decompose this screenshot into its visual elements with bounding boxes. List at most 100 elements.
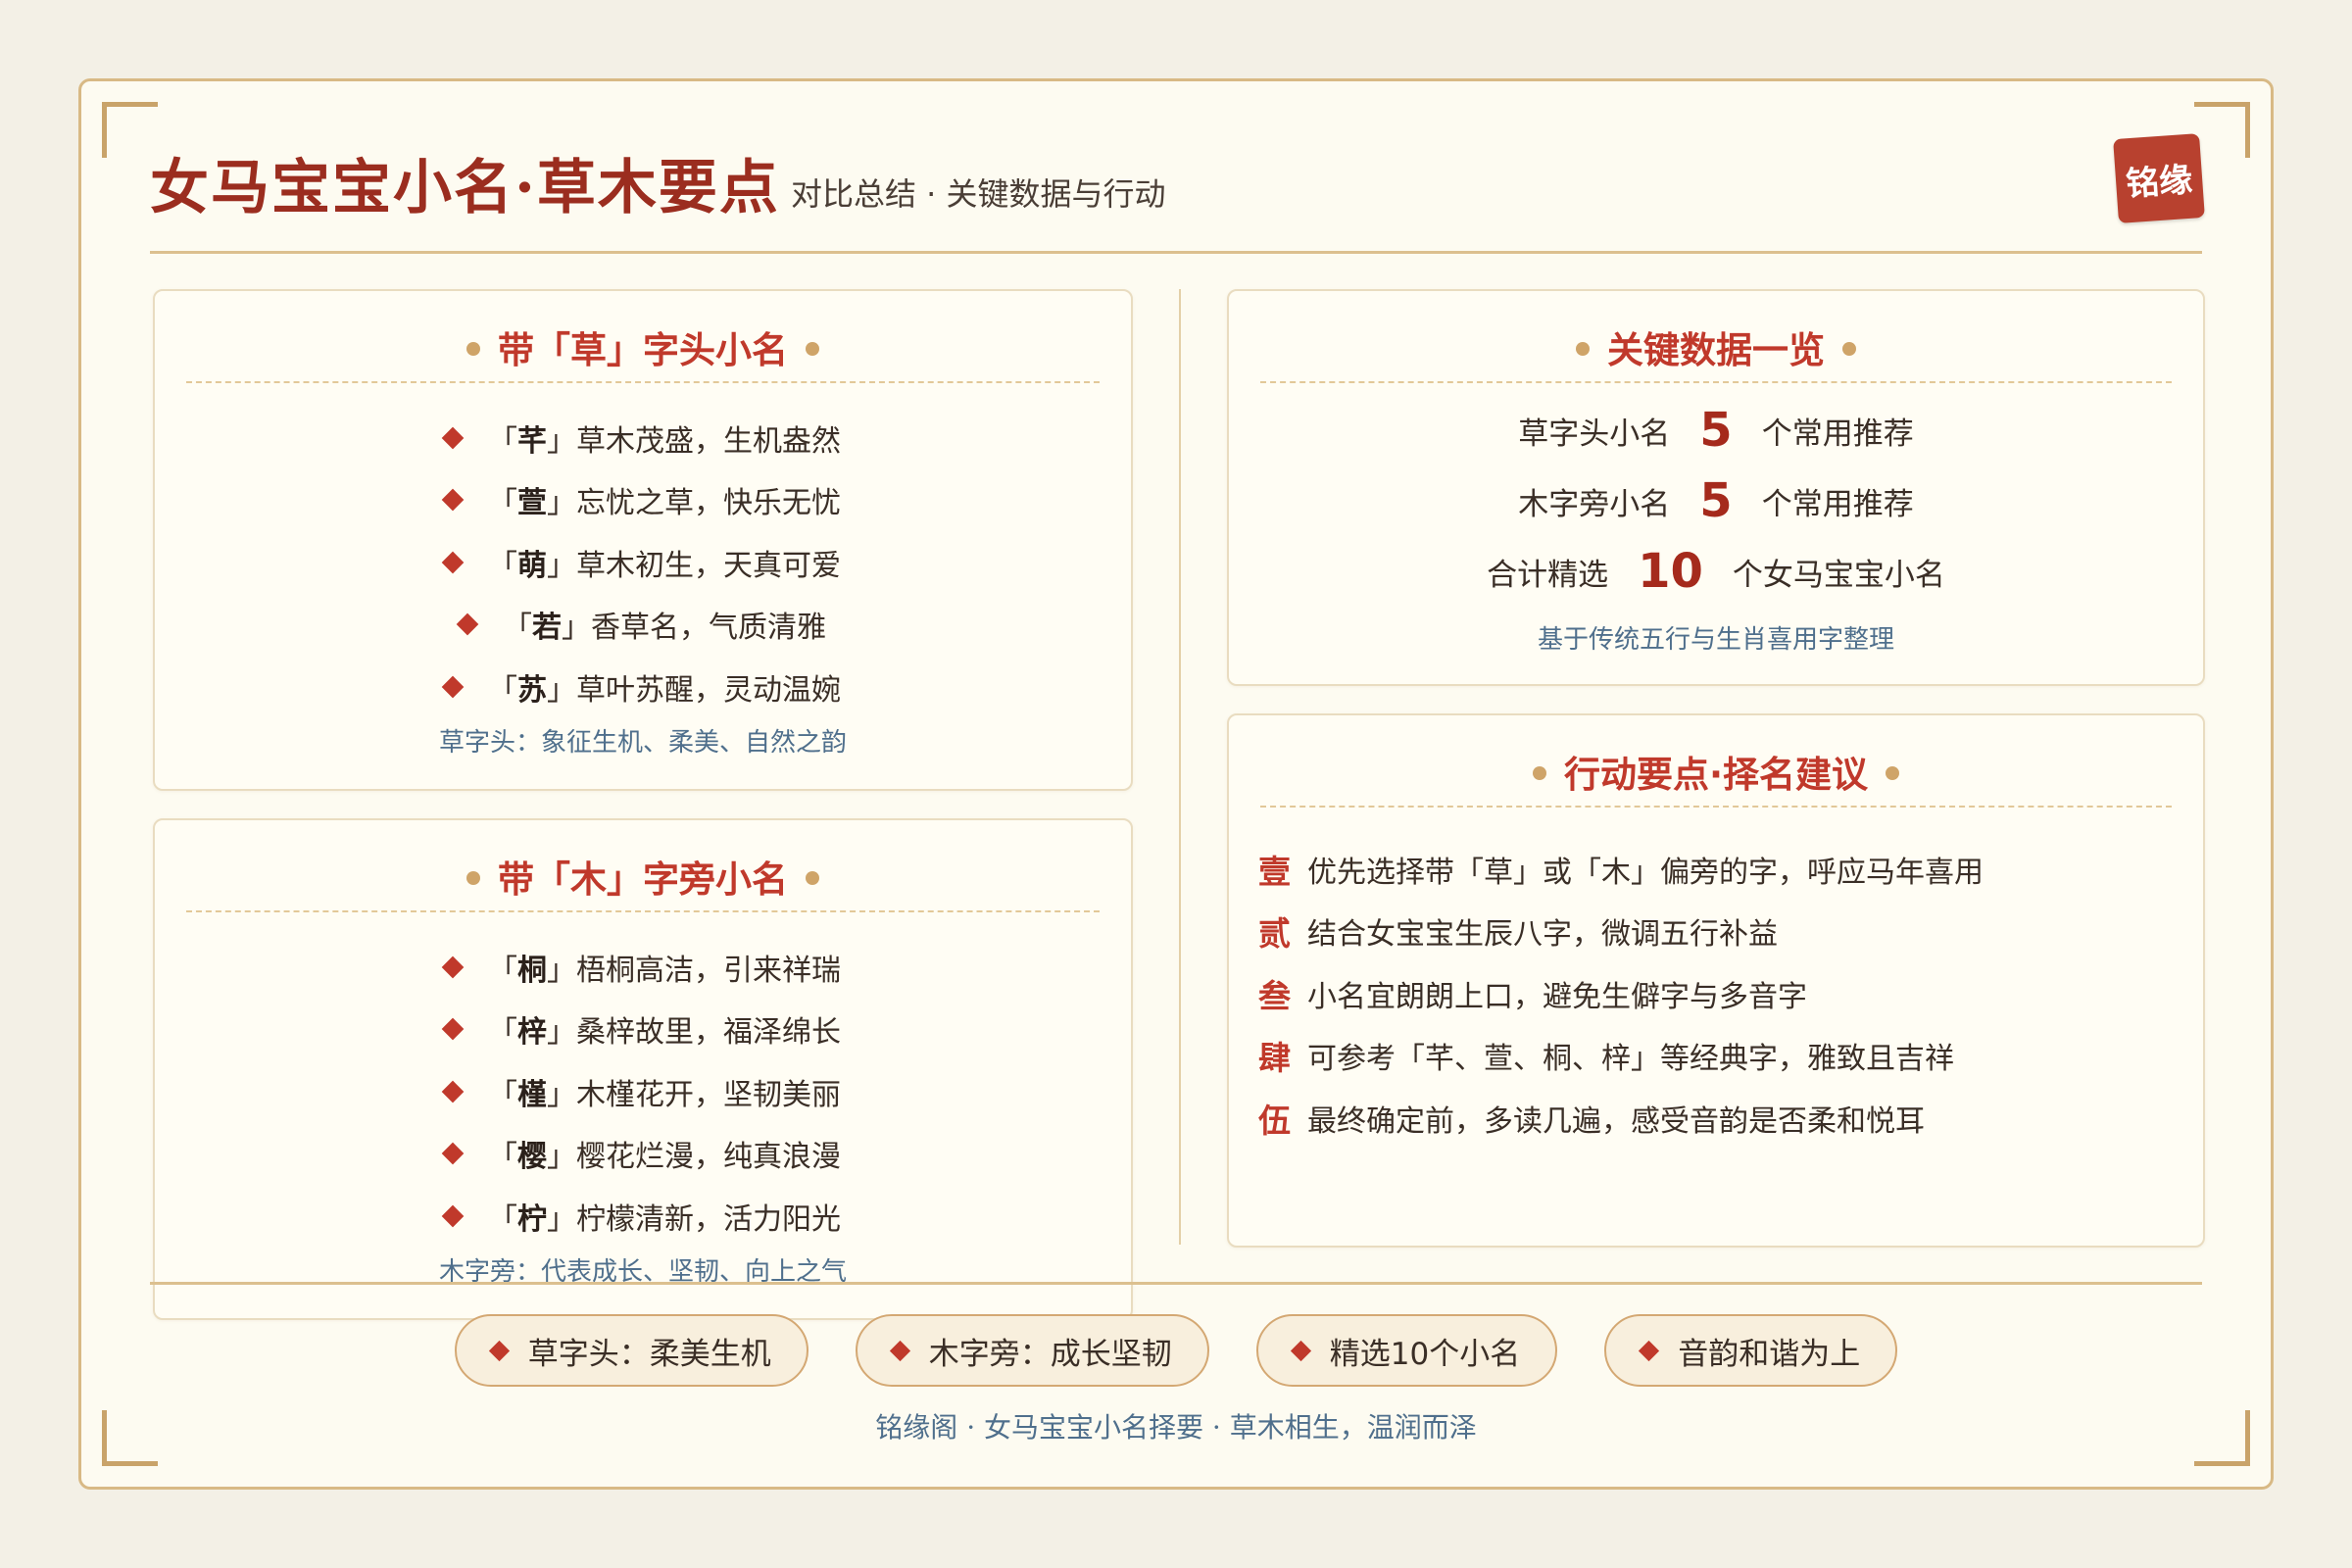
- diamond-icon: [441, 551, 465, 574]
- list-item: 「柠」柠檬清新，活力阳光: [155, 1185, 1131, 1248]
- name-desc: 柠檬清新，活力阳光: [576, 1201, 841, 1237]
- list-item: 「槿」木槿花开，坚韧美丽: [155, 1060, 1131, 1123]
- diamond-icon: [1290, 1340, 1311, 1361]
- action-text: 可参考「芊、萱、桐、梓」等经典字，雅致且吉祥: [1307, 1042, 1954, 1077]
- name-desc: 梧桐高洁，引来祥瑞: [576, 953, 841, 988]
- card-title: 带「木」字旁小名: [155, 850, 1131, 903]
- diamond-icon: [1639, 1340, 1660, 1361]
- cao-card-title: 带「草」字头小名: [498, 329, 788, 371]
- stat-row: 木字旁小名 5 个常用推荐: [1229, 471, 2203, 528]
- list-item: 「苏」草叶苏醒，灵动温婉: [155, 656, 1131, 718]
- action-index: 叁: [1258, 976, 1291, 1015]
- stat-row: 合计精选 10 个女马宝宝小名: [1229, 542, 2203, 599]
- name-char: 槿: [517, 1077, 547, 1112]
- action-tips-card: 行动要点·择名建议 壹优先选择带「草」或「木」偏旁的字，呼应马年喜用 贰结合女宝…: [1227, 713, 2205, 1248]
- dashed-divider: [1260, 806, 2172, 808]
- name-char: 若: [532, 611, 562, 646]
- list-item: 肆可参考「芊、萱、桐、梓」等经典字，雅致且吉祥: [1258, 1025, 2183, 1088]
- list-item: 「樱」樱花烂漫，纯真浪漫: [155, 1123, 1131, 1186]
- diamond-icon: [441, 426, 465, 450]
- diamond-icon: [441, 675, 465, 699]
- name-desc: 桑梓故里，福泽绵长: [576, 1015, 841, 1051]
- action-text: 结合女宝宝生辰八字，微调五行补益: [1307, 917, 1778, 953]
- card-title: 关键数据一览: [1229, 320, 2203, 373]
- dot-icon: [1842, 341, 1856, 356]
- name-desc: 草木茂盛，生机盎然: [576, 423, 841, 459]
- name-desc: 香草名，气质清雅: [591, 611, 826, 646]
- action-index: 伍: [1258, 1101, 1291, 1140]
- name-char: 桐: [517, 953, 547, 988]
- name-desc: 忘忧之草，快乐无忧: [576, 486, 841, 521]
- action-list: 壹优先选择带「草」或「木」偏旁的字，呼应马年喜用 贰结合女宝宝生辰八字，微调五行…: [1258, 838, 2183, 1150]
- action-index: 贰: [1258, 914, 1291, 954]
- page-title: 女马宝宝小名·草木要点: [150, 154, 780, 222]
- stat-value: 5: [1699, 473, 1733, 528]
- diamond-icon: [889, 1340, 910, 1361]
- name-char: 苏: [517, 672, 547, 708]
- cao-card-note: 草字头：象征生机、柔美、自然之韵: [438, 728, 847, 758]
- name-char: 萌: [517, 548, 547, 583]
- stat-suffix: 个常用推荐: [1761, 487, 1914, 522]
- diamond-icon: [441, 1017, 465, 1041]
- cao-name-list: 「芊」草木茂盛，生机盎然 「萱」忘忧之草，快乐无忧 「萌」草木初生，天真可爱 「…: [155, 407, 1131, 718]
- diamond-icon: [441, 956, 465, 979]
- summary-tag: 草字头：柔美生机: [454, 1314, 808, 1387]
- diamond-icon: [441, 1080, 465, 1103]
- list-item: 贰结合女宝宝生辰八字，微调五行补益: [1258, 901, 2183, 963]
- diamond-icon: [441, 488, 465, 512]
- dot-icon: [1532, 765, 1546, 780]
- dot-icon: [806, 870, 819, 885]
- name-char: 芊: [517, 423, 547, 459]
- name-char: 柠: [517, 1201, 547, 1237]
- stat-label: 合计精选: [1487, 558, 1609, 593]
- card-title: 带「草」字头小名: [155, 320, 1131, 373]
- stat-value: 10: [1638, 544, 1703, 599]
- stats-card-title: 关键数据一览: [1607, 329, 1825, 371]
- page-subtitle: 对比总结 · 关键数据与行动: [791, 175, 1166, 213]
- action-index: 壹: [1258, 852, 1291, 891]
- list-item: 伍最终确定前，多读几遍，感受音韵是否柔和悦耳: [1258, 1087, 2183, 1150]
- list-item: 壹优先选择带「草」或「木」偏旁的字，呼应马年喜用: [1258, 838, 2183, 901]
- list-item: 「若」香草名，气质清雅: [155, 594, 1131, 657]
- dashed-divider: [186, 381, 1100, 383]
- summary-tag: 音韵和谐为上: [1604, 1314, 1898, 1387]
- poster-frame: 女马宝宝小名·草木要点 对比总结 · 关键数据与行动 铭缘 带「草」字头小名 「…: [78, 78, 2274, 1490]
- list-item: 「桐」梧桐高洁，引来祥瑞: [155, 936, 1131, 999]
- name-desc: 木槿花开，坚韧美丽: [576, 1077, 841, 1112]
- cao-names-card: 带「草」字头小名 「芊」草木茂盛，生机盎然 「萱」忘忧之草，快乐无忧 「萌」草木…: [153, 289, 1133, 791]
- footer-text: 铭缘阁 · 女马宝宝小名择要 · 草木相生，温润而泽: [875, 1411, 1477, 1444]
- summary-tags: 草字头：柔美生机 木字旁：成长坚韧 精选10个小名 音韵和谐为上: [81, 1314, 2271, 1387]
- action-text: 最终确定前，多读几遍，感受音韵是否柔和悦耳: [1307, 1103, 1925, 1139]
- list-item: 「萌」草木初生，天真可爱: [155, 531, 1131, 594]
- mu-card-title: 带「木」字旁小名: [498, 858, 788, 901]
- name-desc: 草叶苏醒，灵动温婉: [576, 672, 841, 708]
- dashed-divider: [186, 910, 1100, 912]
- key-stats-card: 关键数据一览 草字头小名 5 个常用推荐 木字旁小名 5 个常用推荐 合计精选 10 个女马…: [1227, 289, 2205, 686]
- stat-suffix: 个女马宝宝小名: [1732, 558, 1945, 593]
- stat-label: 木字旁小名: [1518, 487, 1671, 522]
- action-index: 肆: [1258, 1039, 1291, 1078]
- seal-stamp: 铭缘: [2113, 133, 2205, 223]
- stat-value: 5: [1699, 403, 1733, 458]
- action-text: 优先选择带「草」或「木」偏旁的字，呼应马年喜用: [1307, 855, 1984, 890]
- name-char: 樱: [517, 1140, 547, 1175]
- list-item: 叁小名宜朗朗上口，避免生僻字与多音字: [1258, 962, 2183, 1025]
- stats-card-note: 基于传统五行与生肖喜用字整理: [1537, 625, 1894, 655]
- list-item: 「萱」忘忧之草，快乐无忧: [155, 469, 1131, 532]
- mu-names-card: 带「木」字旁小名 「桐」梧桐高洁，引来祥瑞 「梓」桑梓故里，福泽绵长 「槿」木槿…: [153, 818, 1133, 1320]
- column-divider: [1179, 289, 1181, 1245]
- corner-ornament-top-right: [2194, 102, 2250, 158]
- dashed-divider: [1260, 381, 2172, 383]
- name-char: 萱: [517, 486, 547, 521]
- action-card-title: 行动要点·择名建议: [1563, 754, 1869, 796]
- mu-name-list: 「桐」梧桐高洁，引来祥瑞 「梓」桑梓故里，福泽绵长 「槿」木槿花开，坚韧美丽 「…: [155, 936, 1131, 1248]
- dot-icon: [1886, 765, 1900, 780]
- list-item: 「芊」草木茂盛，生机盎然: [155, 407, 1131, 469]
- stat-label: 草字头小名: [1518, 416, 1671, 452]
- diamond-icon: [488, 1340, 510, 1361]
- dot-icon: [806, 341, 819, 356]
- name-desc: 樱花烂漫，纯真浪漫: [576, 1140, 841, 1175]
- list-item: 「梓」桑梓故里，福泽绵长: [155, 999, 1131, 1061]
- summary-tag: 精选10个小名: [1255, 1314, 1558, 1387]
- name-desc: 草木初生，天真可爱: [576, 548, 841, 583]
